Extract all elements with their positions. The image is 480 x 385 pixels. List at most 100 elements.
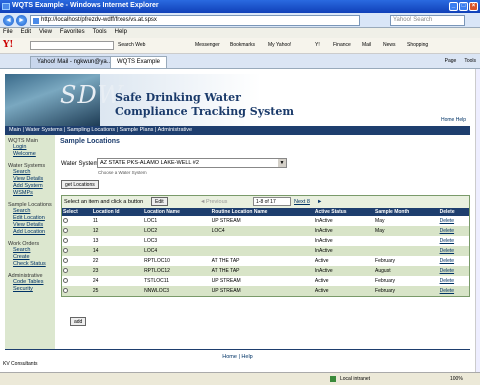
cell-active-status: InActive xyxy=(313,266,375,276)
finance-button[interactable]: Finance xyxy=(333,42,351,48)
sidebar-link-view-details[interactable]: View Details xyxy=(8,176,55,183)
menu-edit[interactable]: Edit xyxy=(21,29,31,38)
menu-file[interactable]: File xyxy=(3,29,13,38)
col-active-status: Active Status xyxy=(313,208,375,216)
table-row: 24 TSTLOC11 UP STREAM Active February De… xyxy=(62,276,469,286)
get-locations-button[interactable]: get Locations xyxy=(61,180,99,189)
cell-sample-month xyxy=(374,236,439,246)
yahoo-button[interactable]: Y! xyxy=(315,42,320,48)
next-link[interactable]: Next 8 xyxy=(294,199,310,205)
add-button[interactable]: add xyxy=(70,317,87,326)
page-footer[interactable]: Home | Help xyxy=(5,349,470,365)
delete-link[interactable]: Delete xyxy=(440,218,454,224)
cell-location-id: 12 xyxy=(91,226,144,236)
sidebar-link-wsmps[interactable]: WSMPs xyxy=(8,190,55,197)
page-menu[interactable]: Page xyxy=(445,58,457,64)
sidebar-link-security[interactable]: Security xyxy=(8,286,55,293)
tab-bar: Yahoo! Mail - ngkwun@ya... WQTS Example … xyxy=(0,54,480,69)
row-select-radio[interactable] xyxy=(63,277,68,283)
delete-link[interactable]: Delete xyxy=(440,288,454,294)
previous-link[interactable]: Previous xyxy=(206,199,227,205)
messenger-button[interactable]: Messenger xyxy=(195,42,220,48)
forward-icon[interactable]: ► xyxy=(16,15,27,26)
delete-link[interactable]: Delete xyxy=(440,238,454,244)
table-row: 13 LOC3 InActive Delete xyxy=(62,236,469,246)
sidebar-link-code-tables[interactable]: Code Tables xyxy=(8,279,55,286)
water-system-hint: Choose a Water System xyxy=(98,170,147,175)
zone-text: Local intranet xyxy=(340,376,371,382)
sidebar-link-welcome[interactable]: Welcome xyxy=(8,151,55,158)
sidebar-link-login[interactable]: Login xyxy=(8,144,55,151)
delete-link[interactable]: Delete xyxy=(440,258,454,264)
sidebar-link-search[interactable]: Search xyxy=(8,208,55,215)
menu-tools[interactable]: Tools xyxy=(93,29,107,38)
vertical-scrollbar[interactable] xyxy=(475,69,480,372)
news-button[interactable]: News xyxy=(383,42,396,48)
minimize-button[interactable]: _ xyxy=(449,2,458,11)
cell-location-id: 13 xyxy=(92,238,99,244)
main-nav[interactable]: Main | Water Systems | Sampling Location… xyxy=(5,126,470,135)
sidebar-link-view-details[interactable]: View Details xyxy=(8,222,55,229)
sidebar-link-add-system[interactable]: Add System xyxy=(8,183,55,190)
delete-link[interactable]: Delete xyxy=(440,248,454,254)
zoom-level[interactable]: 100% xyxy=(450,376,463,382)
row-select-radio[interactable] xyxy=(63,247,68,253)
previous-icon: ◄ xyxy=(200,199,206,205)
mail-button[interactable]: Mail xyxy=(362,42,371,48)
search-web-button[interactable]: Search Web xyxy=(118,42,145,48)
menu-help[interactable]: Help xyxy=(115,29,127,38)
yahoo-logo-icon[interactable]: Y! xyxy=(3,40,13,50)
yahoo-toolbar: Y! Search Web Messenger Bookmarks My Yah… xyxy=(0,38,480,54)
shopping-button[interactable]: Shopping xyxy=(407,42,428,48)
water-system-select[interactable]: AZ STATE PKS-ALAMO LAKE-WELL #2 ▼ xyxy=(97,158,287,168)
browser-search-input[interactable]: Yahoo! Search xyxy=(390,15,465,26)
cell-location-name: RPTLOC12 xyxy=(143,266,211,276)
cell-active-status: InActive xyxy=(313,226,375,236)
row-select-radio[interactable] xyxy=(63,217,68,223)
cell-sample-month xyxy=(374,246,439,256)
sidebar-link-create[interactable]: Create xyxy=(8,254,55,261)
pager-value: 1-8 of 17 xyxy=(256,199,276,205)
delete-link[interactable]: Delete xyxy=(440,278,454,284)
sidebar-link-search[interactable]: Search xyxy=(8,169,55,176)
banner-title-line1: Safe Drinking Water xyxy=(115,91,241,104)
cell-routine-location-name xyxy=(210,246,314,256)
water-system-value: AZ STATE PKS-ALAMO LAKE-WELL #2 xyxy=(100,160,199,166)
tools-menu[interactable]: Tools xyxy=(464,58,476,64)
cell-sample-month: August xyxy=(374,266,439,276)
tab-yahoo-mail[interactable]: Yahoo! Mail - ngkwun@ya... xyxy=(30,56,119,68)
sidebar-link-edit-location[interactable]: Edit Location xyxy=(8,215,55,222)
col-location-name: Location Name xyxy=(143,208,211,216)
edit-button[interactable]: Edit xyxy=(151,197,168,206)
sidebar-link-check-status[interactable]: Check Status xyxy=(8,261,55,268)
grid-header: Select an item and click a button Edit ◄… xyxy=(62,196,469,208)
delete-link[interactable]: Delete xyxy=(440,268,454,274)
row-select-radio[interactable] xyxy=(63,287,68,293)
cell-location-id: 25 xyxy=(91,286,144,296)
row-select-radio[interactable] xyxy=(63,227,68,233)
my-yahoo-button[interactable]: My Yahoo! xyxy=(268,42,291,48)
row-select-radio[interactable] xyxy=(63,237,68,243)
bookmarks-button[interactable]: Bookmarks xyxy=(230,42,255,48)
tab-wqts-example[interactable]: WQTS Example xyxy=(110,56,168,68)
maximize-button[interactable]: □ xyxy=(459,2,468,11)
pager-select[interactable]: 1-8 of 17 xyxy=(253,197,291,206)
row-select-radio[interactable] xyxy=(63,257,68,263)
close-button[interactable]: × xyxy=(469,2,478,11)
menu-view[interactable]: View xyxy=(39,29,52,38)
chevron-down-icon[interactable]: ▼ xyxy=(278,159,286,167)
cell-routine-location-name: AT THE TAP xyxy=(210,266,314,276)
sidebar-link-search[interactable]: Search xyxy=(8,247,55,254)
yahoo-search-input[interactable] xyxy=(30,41,114,50)
back-icon[interactable]: ◄ xyxy=(3,15,14,26)
col-delete: Delete xyxy=(438,208,469,216)
row-select-radio[interactable] xyxy=(63,267,68,273)
delete-link[interactable]: Delete xyxy=(440,228,454,234)
col-select: Select xyxy=(62,208,92,216)
sidebar-link-add-location[interactable]: Add Location xyxy=(8,229,55,236)
next-icon[interactable]: ► xyxy=(317,199,322,205)
page-icon xyxy=(33,18,39,24)
url-field[interactable]: http://localhost/pfrezdv-wdff/frxes/vs.a… xyxy=(30,15,360,26)
banner-links[interactable]: Home Help xyxy=(441,117,466,123)
menu-favorites[interactable]: Favorites xyxy=(60,29,85,38)
